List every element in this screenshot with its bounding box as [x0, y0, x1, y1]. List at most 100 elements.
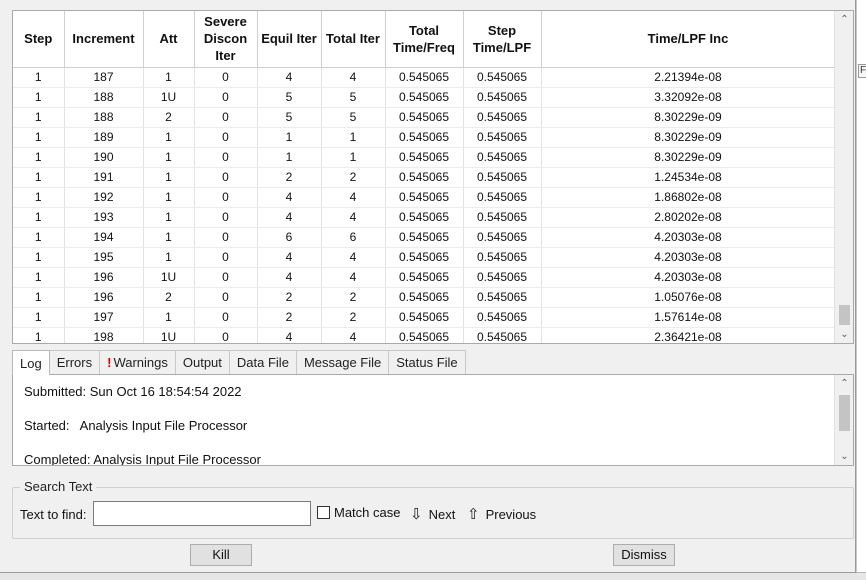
match-case-checkbox[interactable]: [317, 506, 330, 519]
table-row[interactable]: 1 196 2 0 2 2 0.545065 0.545065 1.05076e-08: [13, 287, 836, 308]
scroll-down-arrow-icon[interactable]: ⌄: [835, 326, 853, 343]
table-cell: 4: [321, 267, 386, 288]
table-row[interactable]: 1 192 1 0 4 4 0.545065 0.545065 1.86802e-08: [13, 187, 836, 208]
scroll-up-arrow-icon[interactable]: ⌃: [835, 11, 853, 28]
tab-label: Errors: [56, 355, 93, 370]
table-cell: 0.545065: [463, 107, 542, 128]
job-monitor-dialog: Step Increment Att Severe Discon Iter Equil …: [0, 0, 856, 573]
table-cell: 1: [143, 147, 195, 168]
table-cell: 192: [64, 187, 144, 208]
table-cell: 2: [321, 287, 386, 308]
previous-label: Previous: [485, 506, 537, 522]
table-cell: 1: [13, 287, 65, 308]
table-cell: 0.545065: [463, 247, 542, 268]
table-cell: 2.36421e-08: [541, 327, 836, 343]
table-cell: 4: [321, 207, 386, 228]
table-cell: 196: [64, 287, 144, 308]
table-cell: 2: [257, 287, 322, 308]
table-cell: 0.545065: [385, 207, 464, 228]
table-row[interactable]: 1 187 1 0 4 4 0.545065 0.545065 2.21394e-08: [13, 67, 836, 88]
table-row[interactable]: 1 196 1U 0 4 4 0.545065 0.545065 4.20303e-08: [13, 267, 836, 288]
arrow-down-icon: ⇩: [410, 506, 423, 523]
table-cell: 2: [143, 287, 195, 308]
table-cell: 2.80202e-08: [541, 207, 836, 228]
table-cell: 1: [143, 167, 195, 188]
table-row[interactable]: 1 198 1U 0 4 4 0.545065 0.545065 2.36421e-08: [13, 327, 836, 343]
table-cell: 4: [321, 67, 386, 88]
column-header[interactable]: Severe Discon Iter: [194, 11, 258, 68]
table-cell: 4.20303e-08: [541, 267, 836, 288]
tab-data-file[interactable]: Data File: [228, 350, 297, 374]
tab-label: Message File: [303, 355, 382, 370]
table-cell: 1: [143, 227, 195, 248]
table-cell: 1: [13, 187, 65, 208]
table-vertical-scrollbar[interactable]: ⌃ ⌄: [834, 11, 853, 343]
table-cell: 5: [257, 87, 322, 108]
log-tabs: Log Errors! Warnings Output Data File Message…: [12, 350, 466, 375]
tab-status-file[interactable]: Status File: [388, 350, 466, 374]
column-header[interactable]: Time/LPF Inc: [541, 11, 836, 68]
match-case-label[interactable]: Match case: [334, 505, 400, 520]
column-header[interactable]: Increment: [64, 11, 144, 68]
table-cell: 4: [321, 187, 386, 208]
table-row[interactable]: 1 191 1 0 2 2 0.545065 0.545065 1.24534e-08: [13, 167, 836, 188]
table-cell: 0.545065: [463, 327, 542, 343]
table-cell: 0.545065: [463, 207, 542, 228]
table-cell: 198: [64, 327, 144, 343]
table-cell: 0.545065: [385, 87, 464, 108]
log-scroll-thumb[interactable]: [839, 395, 850, 431]
table-cell: 0.545065: [385, 167, 464, 188]
table-cell: 0.545065: [385, 187, 464, 208]
log-submitted-line: Submitted: Sun Oct 16 18:54:54 2022: [24, 384, 242, 399]
table-cell: 0: [194, 127, 258, 148]
table-row[interactable]: 1 190 1 0 1 1 0.545065 0.545065 8.30229e-09: [13, 147, 836, 168]
table-cell: 0.545065: [385, 107, 464, 128]
tab-errors[interactable]: Errors: [48, 350, 101, 374]
scroll-thumb[interactable]: [839, 305, 850, 325]
table-cell: 0: [194, 67, 258, 88]
table-row[interactable]: 1 188 2 0 5 5 0.545065 0.545065 8.30229e-09: [13, 107, 836, 128]
table-row[interactable]: 1 197 1 0 2 2 0.545065 0.545065 1.57614e-08: [13, 307, 836, 328]
table-row[interactable]: 1 189 1 0 1 1 0.545065 0.545065 8.30229e-09: [13, 127, 836, 148]
column-header[interactable]: Equil Iter: [257, 11, 322, 68]
table-cell: 0: [194, 167, 258, 188]
kill-button[interactable]: Kill: [190, 544, 252, 566]
table-cell: 1.57614e-08: [541, 307, 836, 328]
tab-message-file[interactable]: Message File: [295, 350, 390, 374]
table-cell: 1: [13, 207, 65, 228]
next-button[interactable]: ⇩ Next: [410, 505, 455, 523]
table-cell: 0.545065: [385, 147, 464, 168]
background-taskbar-edge: [0, 572, 866, 580]
tab-label: Warnings: [113, 355, 168, 370]
table-cell: 2: [257, 307, 322, 328]
column-header[interactable]: Step Time/LPF: [463, 11, 542, 68]
column-header[interactable]: Total Time/Freq: [385, 11, 464, 68]
tab-warnings[interactable]: ! Warnings: [99, 350, 176, 374]
table-cell: 1U: [143, 87, 195, 108]
table-cell: 0.545065: [385, 287, 464, 308]
tab-log[interactable]: Log: [12, 350, 50, 375]
log-scroll-down-icon[interactable]: ⌄: [835, 448, 853, 465]
table-cell: 5: [257, 107, 322, 128]
warning-icon: !: [107, 355, 112, 370]
text-to-find-input[interactable]: [93, 501, 311, 526]
table-cell: 1.05076e-08: [541, 287, 836, 308]
tab-output[interactable]: Output: [174, 350, 230, 374]
column-header[interactable]: Att: [143, 11, 195, 68]
dismiss-button[interactable]: Dismiss: [613, 544, 675, 566]
log-scroll-up-icon[interactable]: ⌃: [835, 375, 853, 392]
table-cell: 4: [321, 327, 386, 343]
column-header[interactable]: Total Iter: [321, 11, 386, 68]
table-cell: 8.30229e-09: [541, 127, 836, 148]
previous-button[interactable]: ⇧ Previous: [467, 505, 536, 523]
table-cell: 4: [257, 327, 322, 343]
log-vertical-scrollbar[interactable]: ⌃ ⌄: [834, 375, 853, 465]
table-cell: 188: [64, 107, 144, 128]
table-row[interactable]: 1 195 1 0 4 4 0.545065 0.545065 4.20303e-08: [13, 247, 836, 268]
table-row[interactable]: 1 188 1U 0 5 5 0.545065 0.545065 3.32092e-08: [13, 87, 836, 108]
column-header[interactable]: Step: [13, 11, 65, 68]
table-row[interactable]: 1 194 1 0 6 6 0.545065 0.545065 4.20303e-08: [13, 227, 836, 248]
table-cell: 4: [257, 187, 322, 208]
table-row[interactable]: 1 193 1 0 4 4 0.545065 0.545065 2.80202e-08: [13, 207, 836, 228]
table-cell: 0.545065: [385, 267, 464, 288]
